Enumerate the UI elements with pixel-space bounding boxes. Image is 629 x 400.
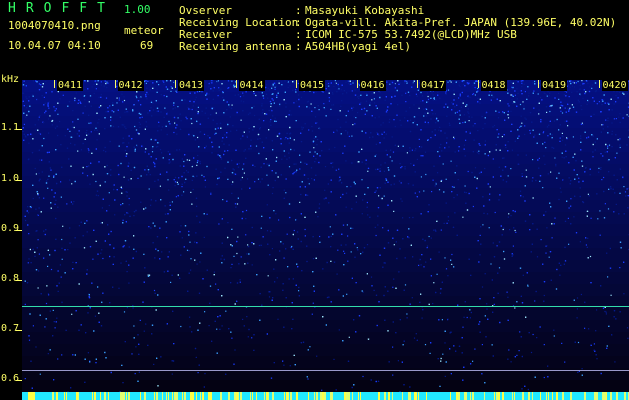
y-tick bbox=[16, 330, 22, 331]
x-tick bbox=[477, 80, 479, 88]
header-panel: HROFFT 1.00 1004070410.png meteor 10.04.… bbox=[0, 0, 629, 80]
meteor-count: 69 bbox=[140, 39, 154, 52]
y-tick-label: 0.6 bbox=[1, 373, 20, 384]
x-tick bbox=[175, 80, 176, 88]
y-axis: kHz 1.1 1.0 0.9 0.8 0.7 0.6 bbox=[0, 72, 22, 400]
baseline-line bbox=[22, 370, 629, 371]
y-axis-unit: kHz bbox=[1, 74, 20, 85]
x-tick bbox=[54, 80, 55, 88]
x-tick-label: 0412 bbox=[117, 80, 144, 91]
capture-datetime: 10.04.07 04:10 bbox=[8, 39, 101, 52]
bottom-band bbox=[22, 392, 629, 400]
x-tick-label: 0417 bbox=[420, 80, 447, 91]
x-tick-label: 0411 bbox=[57, 80, 84, 91]
x-tick bbox=[538, 80, 539, 88]
x-tick-label: 0413 bbox=[178, 80, 205, 91]
x-tick-label: 0419 bbox=[541, 80, 568, 91]
x-tick-label: 0416 bbox=[359, 80, 386, 91]
x-tick bbox=[114, 80, 116, 88]
x-tick-label: 0418 bbox=[480, 80, 507, 91]
y-tick-label: 0.7 bbox=[1, 323, 20, 334]
info-key-antenna: Receiving antenna bbox=[179, 40, 292, 53]
info-value-antenna: A504HB(yagi 4el) bbox=[305, 40, 411, 53]
y-tick bbox=[16, 230, 22, 231]
app-brand: HROFFT bbox=[8, 1, 115, 16]
y-tick-label: 0.8 bbox=[1, 273, 20, 284]
x-tick bbox=[235, 80, 237, 88]
y-tick-label: 1.0 bbox=[1, 173, 20, 184]
spectrogram bbox=[22, 80, 629, 392]
image-filename: 1004070410.png bbox=[8, 19, 101, 32]
app-version: 1.00 bbox=[124, 3, 151, 16]
x-tick-label: 0414 bbox=[238, 80, 265, 91]
carrier-trace-line bbox=[22, 306, 629, 307]
y-tick bbox=[16, 380, 22, 381]
x-tick bbox=[598, 80, 600, 88]
meteor-label: meteor bbox=[124, 24, 164, 37]
y-tick-label: 0.9 bbox=[1, 223, 20, 234]
x-tick bbox=[296, 80, 297, 88]
y-tick bbox=[16, 129, 22, 130]
info-separator: : bbox=[295, 40, 302, 53]
spectrogram-canvas bbox=[22, 80, 629, 392]
x-tick bbox=[356, 80, 358, 88]
y-tick-label: 1.1 bbox=[1, 122, 20, 133]
y-tick bbox=[16, 280, 22, 281]
x-tick-label: 0415 bbox=[299, 80, 326, 91]
y-tick bbox=[16, 180, 22, 181]
x-tick-label: 0420 bbox=[601, 80, 628, 91]
x-tick bbox=[417, 80, 418, 88]
